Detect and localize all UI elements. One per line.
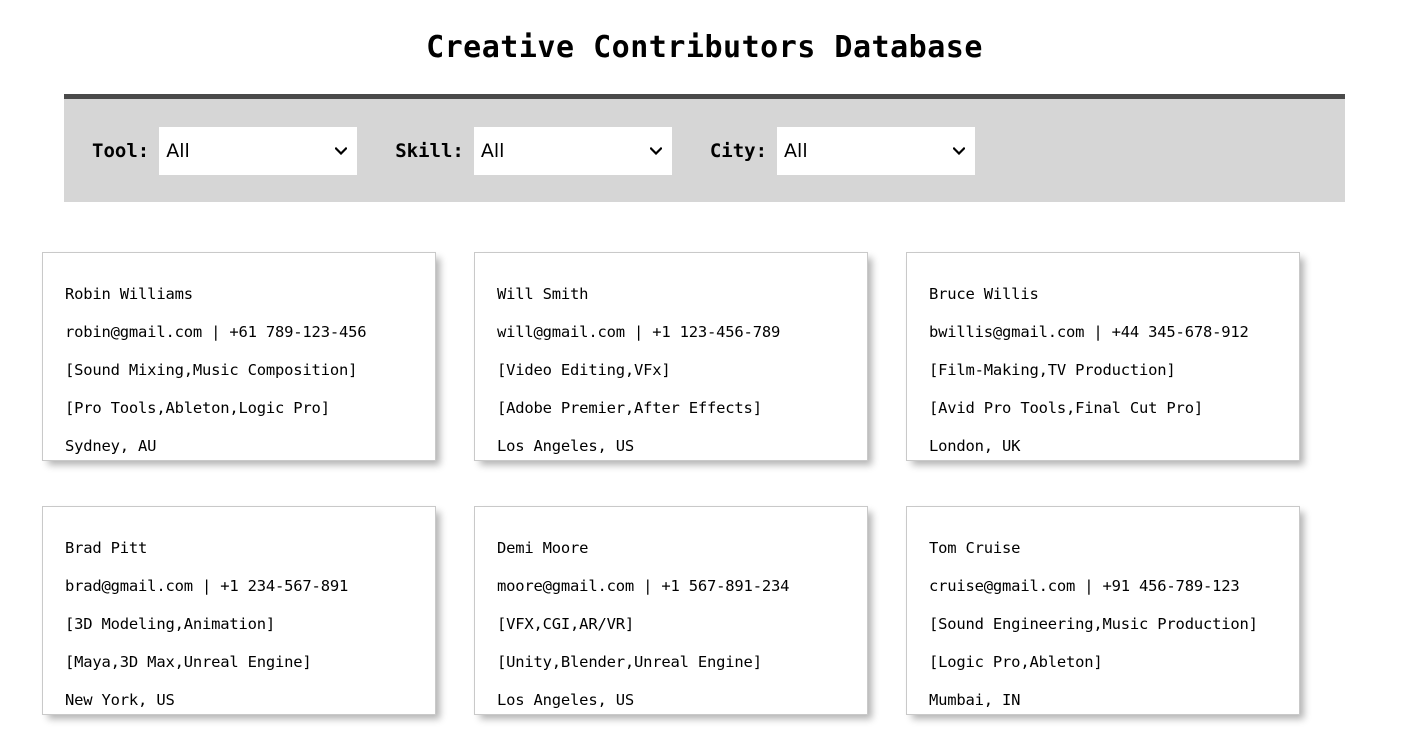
contributor-contact: brad@gmail.com | +1 234-567-891: [65, 577, 349, 595]
contributor-tools: [Adobe Premier,After Effects]: [497, 399, 762, 417]
contributor-card[interactable]: Robin Williams robin@gmail.com | +61 789…: [42, 252, 436, 461]
contributor-tools: [Avid Pro Tools,Final Cut Pro]: [929, 399, 1203, 417]
city-select[interactable]: All: [777, 126, 976, 175]
contributor-tools: [Logic Pro,Ableton]: [929, 653, 1103, 671]
contributor-skills: [Sound Engineering,Music Production]: [929, 615, 1258, 633]
contributor-contact: cruise@gmail.com | +91 456-789-123: [929, 577, 1240, 595]
contributor-name: Robin Williams: [65, 285, 193, 303]
contributor-contact: robin@gmail.com | +61 789-123-456: [65, 323, 367, 341]
contributor-location: Sydney, AU: [65, 437, 157, 455]
contributor-contact: bwillis@gmail.com | +44 345-678-912: [929, 323, 1249, 341]
contributor-cards-grid: Robin Williams robin@gmail.com | +61 789…: [42, 252, 1367, 715]
filter-group-skill: Skill: All: [395, 126, 672, 175]
contributor-skills: [3D Modeling,Animation]: [65, 615, 276, 633]
contributor-card[interactable]: Tom Cruise cruise@gmail.com | +91 456-78…: [906, 506, 1300, 715]
contributor-contact: moore@gmail.com | +1 567-891-234: [497, 577, 790, 595]
tool-select[interactable]: All: [159, 126, 358, 175]
contributor-name: Bruce Willis: [929, 285, 1039, 303]
contributor-tools: [Maya,3D Max,Unreal Engine]: [65, 653, 312, 671]
contributor-name: Tom Cruise: [929, 539, 1021, 557]
filter-label-city: City:: [709, 139, 768, 162]
contributor-location: London, UK: [929, 437, 1021, 455]
filter-group-tool: Tool: All: [92, 126, 358, 175]
city-select-wrap: All: [777, 126, 976, 175]
filter-bar: Tool: All Skill: All City: All: [64, 94, 1345, 202]
contributor-location: Los Angeles, US: [497, 437, 634, 455]
contributor-location: Los Angeles, US: [497, 691, 634, 709]
contributor-name: Brad Pitt: [65, 539, 148, 557]
contributor-location: Mumbai, IN: [929, 691, 1021, 709]
contributor-skills: [Video Editing,VFx]: [497, 361, 671, 379]
contributor-card[interactable]: Bruce Willis bwillis@gmail.com | +44 345…: [906, 252, 1300, 461]
contributor-tools: [Pro Tools,Ableton,Logic Pro]: [65, 399, 330, 417]
contributor-location: New York, US: [65, 691, 175, 709]
filter-label-tool: Tool:: [92, 139, 150, 162]
contributor-skills: [VFX,CGI,AR/VR]: [497, 615, 634, 633]
contributor-card[interactable]: Will Smith will@gmail.com | +1 123-456-7…: [474, 252, 868, 461]
filter-label-skill: Skill:: [395, 139, 464, 162]
contributor-name: Demi Moore: [497, 539, 589, 557]
skill-select[interactable]: All: [473, 126, 672, 175]
filter-group-city: City: All: [709, 126, 976, 175]
contributor-skills: [Film-Making,TV Production]: [929, 361, 1176, 379]
contributor-tools: [Unity,Blender,Unreal Engine]: [497, 653, 762, 671]
contributor-card[interactable]: Demi Moore moore@gmail.com | +1 567-891-…: [474, 506, 868, 715]
contributor-name: Will Smith: [497, 285, 589, 303]
skill-select-wrap: All: [473, 126, 672, 175]
contributor-card[interactable]: Brad Pitt brad@gmail.com | +1 234-567-89…: [42, 506, 436, 715]
contributor-contact: will@gmail.com | +1 123-456-789: [497, 323, 781, 341]
page-title: Creative Contributors Database: [426, 30, 983, 65]
contributor-skills: [Sound Mixing,Music Composition]: [65, 361, 358, 379]
tool-select-wrap: All: [159, 126, 358, 175]
